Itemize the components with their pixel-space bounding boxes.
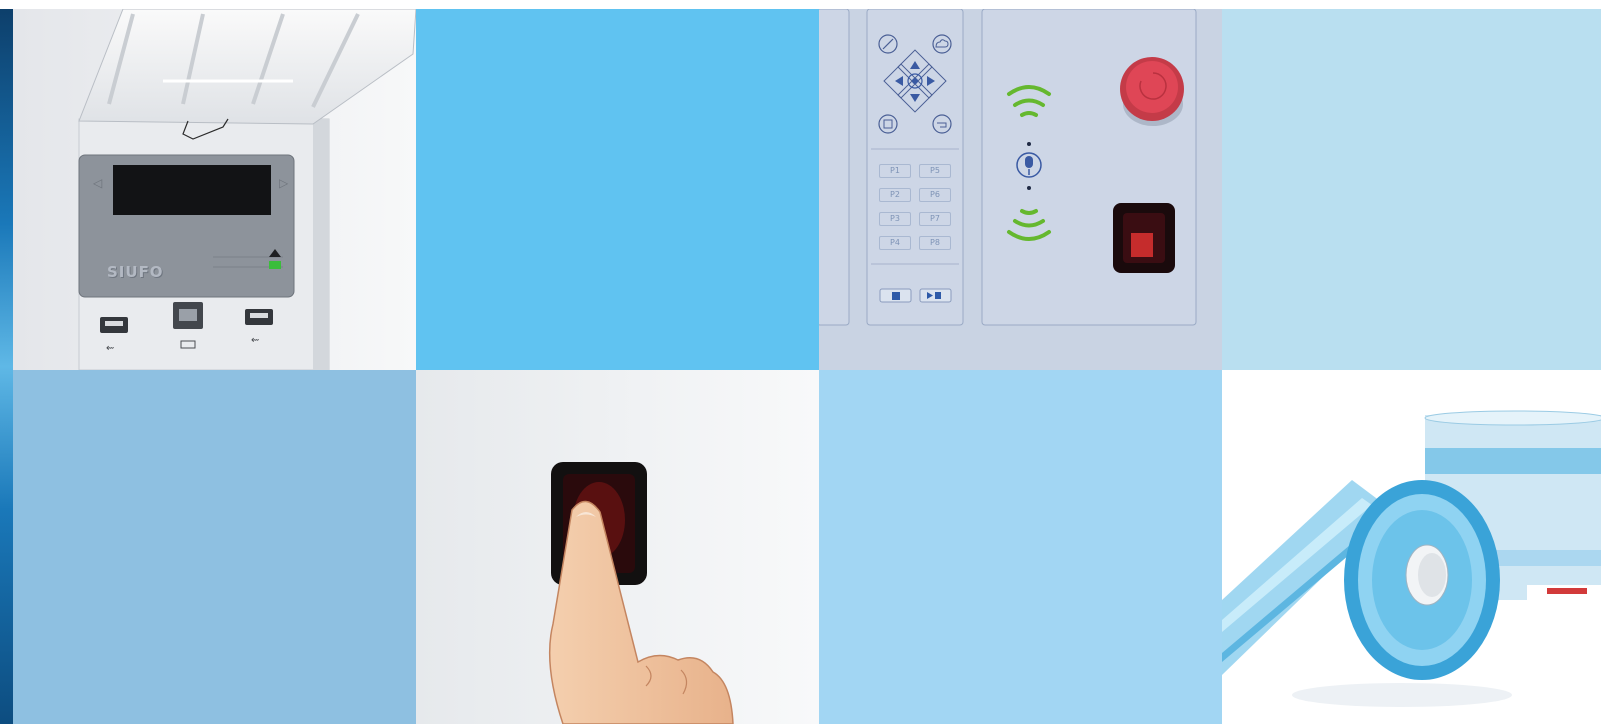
svg-text:⇜: ⇜ [251, 335, 259, 346]
program-button[interactable]: P2 [879, 188, 911, 202]
fingerprint-sensor-icon[interactable] [1113, 203, 1175, 273]
left-accent-stripe [0, 9, 13, 724]
program-button[interactable]: P5 [919, 164, 951, 178]
image-grid: ◁ ▷ ⇜ ⇜ SIUFO P1 P5 P2 P6 P3 P7 P4 P8 [13, 9, 1601, 724]
program-button[interactable]: P6 [919, 188, 951, 202]
program-button[interactable]: P3 [879, 212, 911, 226]
fingerprint-scan-illustration [416, 370, 819, 724]
brand-logo-label: SIUFO [107, 263, 164, 281]
sterilization-rolls-illustration [1222, 410, 1601, 707]
tile-control-panel: P1 P5 P2 P6 P3 P7 P4 P8 [819, 9, 1222, 370]
tile-color-light-blue [819, 370, 1222, 724]
svg-text:◁: ◁ [92, 176, 102, 190]
svg-text:⇜: ⇜ [106, 343, 114, 354]
tile-color-sky-blue [416, 9, 819, 370]
program-button[interactable]: P8 [919, 236, 951, 250]
device-ports-illustration: ◁ ▷ ⇜ ⇜ [13, 9, 416, 370]
tile-color-pale-blue [1222, 9, 1601, 370]
program-button[interactable]: P1 [879, 164, 911, 178]
emergency-stop-icon[interactable] [1120, 57, 1184, 126]
tile-sterilization-rolls [1222, 370, 1601, 724]
svg-text:▷: ▷ [279, 176, 289, 190]
play-pause-icon[interactable] [919, 288, 952, 303]
tile-fingerprint-scan [416, 370, 819, 724]
tile-color-steel-blue [13, 370, 416, 724]
tile-device-ports: ◁ ▷ ⇜ ⇜ SIUFO [13, 9, 416, 370]
program-button[interactable]: P7 [919, 212, 951, 226]
program-button[interactable]: P4 [879, 236, 911, 250]
door-icon[interactable] [879, 288, 912, 303]
